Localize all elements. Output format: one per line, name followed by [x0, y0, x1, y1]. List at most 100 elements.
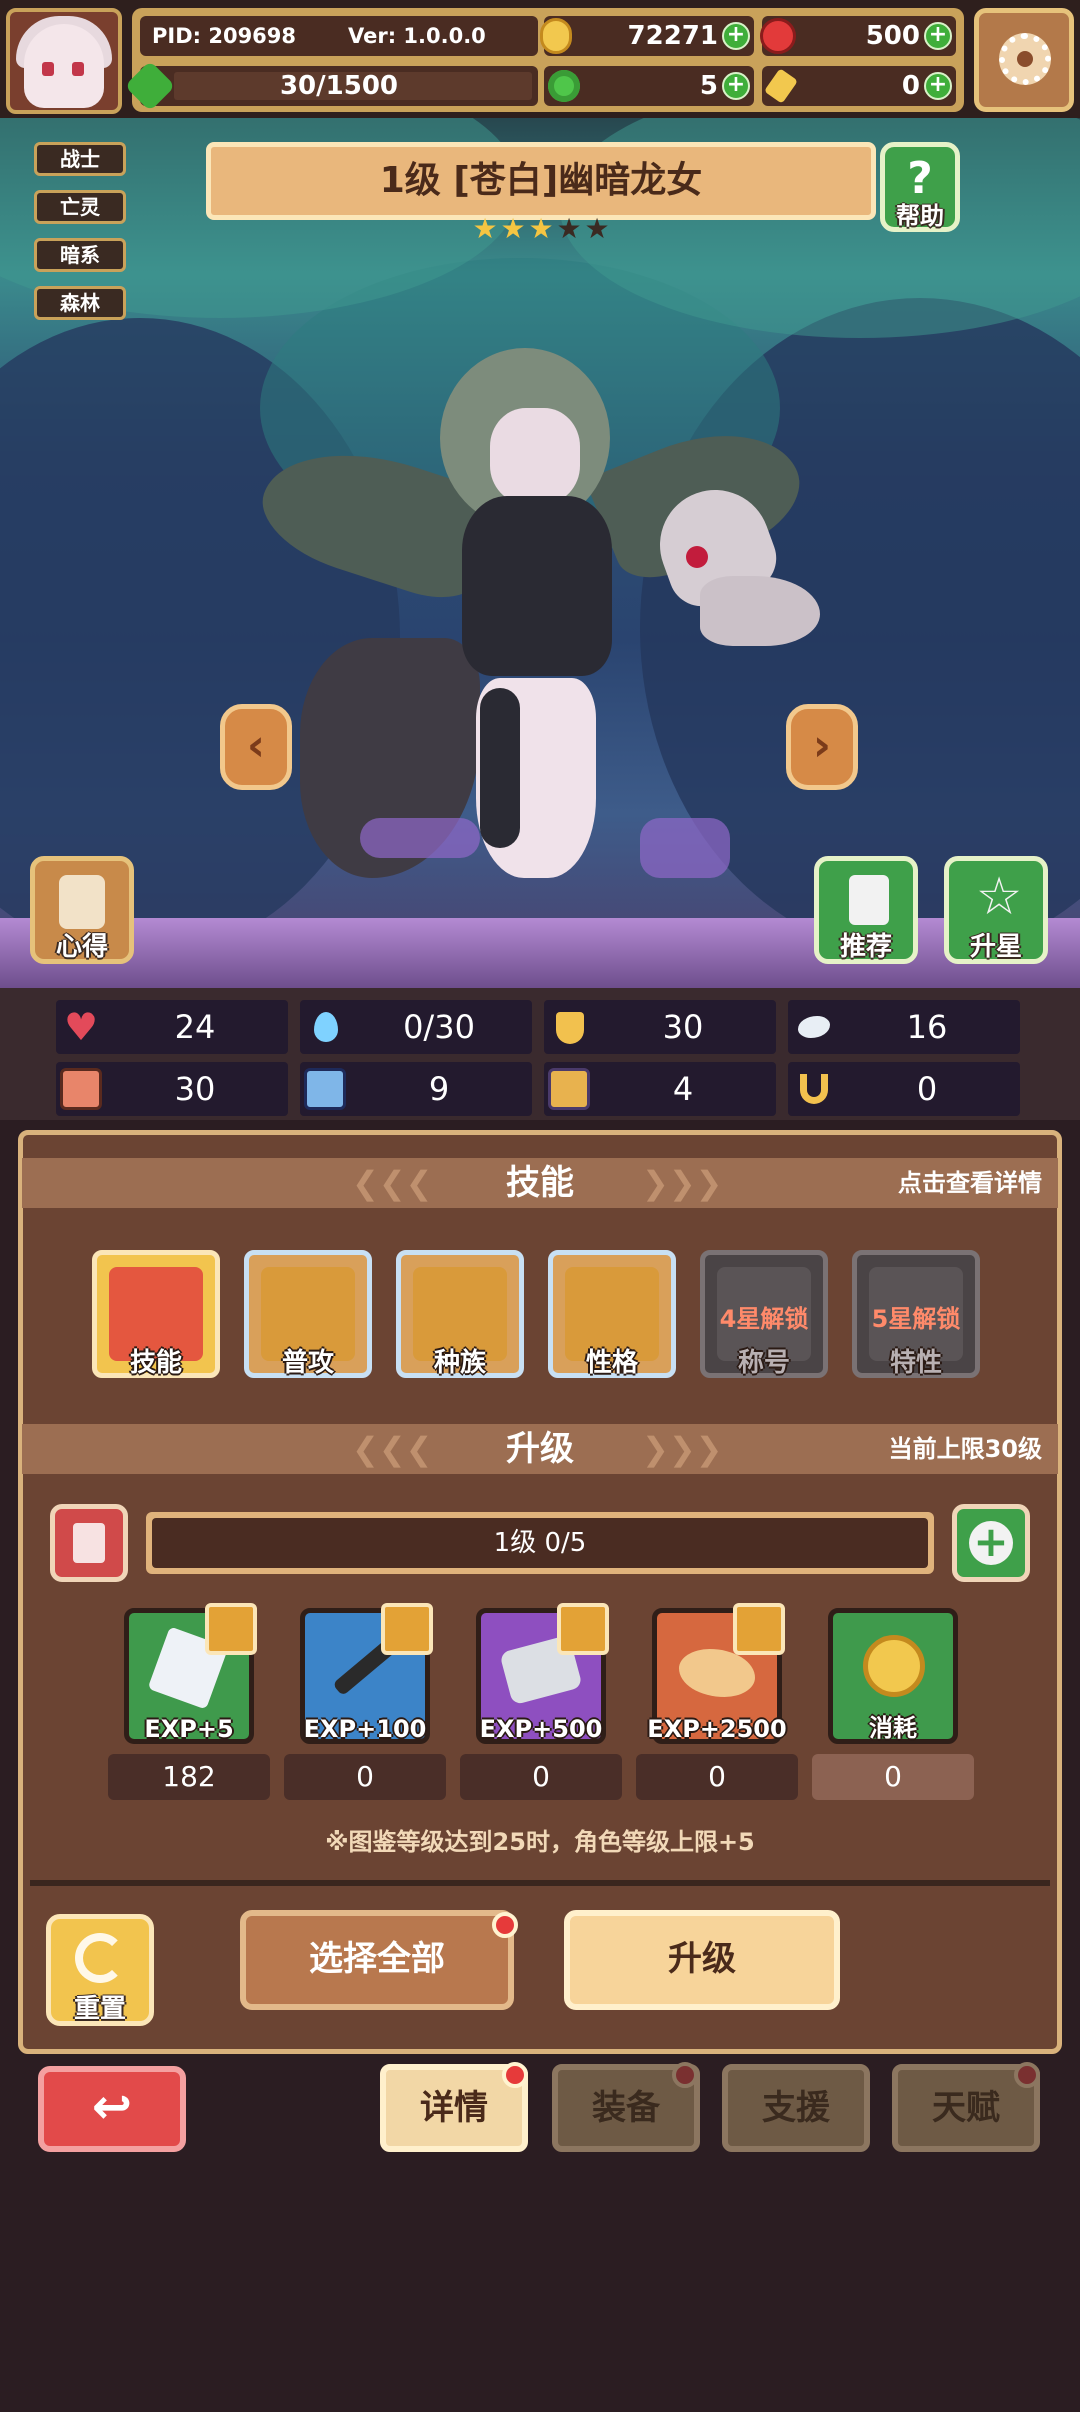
skill-label: 普攻	[281, 1348, 334, 1378]
player-avatar[interactable]	[6, 8, 122, 114]
player-id: PID: 209698	[152, 24, 297, 48]
exp-item-huge[interactable]: EXP+2500	[647, 1603, 787, 1744]
prev-character-button[interactable]: ‹	[220, 704, 292, 790]
dragon-eye	[686, 546, 708, 568]
wing-icon	[792, 1006, 834, 1048]
insight-label: 心得	[55, 932, 108, 962]
skill-normal-attack-slot[interactable]: 普攻	[244, 1250, 372, 1378]
tab-talent-notification	[1014, 2062, 1040, 2088]
id-version-row: PID: 209698 Ver: 1.0.0.0	[140, 16, 538, 56]
key-counter: 0 +	[762, 66, 956, 106]
upgrade-button[interactable]: 升级	[564, 1910, 840, 2010]
gold-coin-icon	[540, 18, 572, 54]
key-value: 0	[901, 71, 920, 101]
skill-label: 技能	[129, 1348, 182, 1378]
divider	[30, 1880, 1050, 1886]
golden-dragon-icon	[679, 1649, 755, 1697]
settings-button[interactable]	[974, 8, 1074, 112]
level-down-button[interactable]	[50, 1504, 128, 1582]
back-arrow-icon: ↩	[91, 2079, 133, 2135]
gold-coin-icon	[863, 1635, 925, 1697]
stat-defense: 30	[544, 1000, 776, 1054]
character-face	[490, 408, 580, 504]
coin-badge-icon	[733, 1603, 785, 1655]
skill-label: 特性	[889, 1348, 942, 1378]
level-cap-hint: ※图鉴等级达到25时，角色等级上限+5	[325, 1828, 755, 1856]
stat-value: 0/30	[403, 1008, 475, 1046]
insight-button[interactable]: 心得	[30, 856, 134, 964]
coin-badge-icon	[557, 1603, 609, 1655]
notebook-icon	[59, 875, 105, 929]
star-outline-icon: ☆	[975, 867, 1023, 927]
help-button[interactable]: ? 帮助	[880, 142, 960, 232]
back-button[interactable]: ↩	[38, 2066, 186, 2152]
exp-item-count: 0	[460, 1754, 622, 1800]
unlock-requirement: 4星解锁	[719, 1305, 809, 1333]
coin-badge-icon	[381, 1603, 433, 1655]
exp-progress-bar: 1级 0/5	[146, 1512, 934, 1574]
top-bar: PID: 209698 Ver: 1.0.0.0 72271 + 500 + 3…	[0, 0, 1080, 118]
add-key-button[interactable]: +	[924, 72, 952, 100]
cost-count: 0	[812, 1754, 974, 1800]
exp-item-large[interactable]: EXP+500	[476, 1603, 609, 1744]
stat-hp: ♥ 24	[56, 1000, 288, 1054]
exp-item-medium[interactable]: EXP+100	[300, 1603, 433, 1744]
skill-title-slot-locked[interactable]: 4星解锁 称号	[700, 1250, 828, 1378]
plus-icon: +	[969, 1521, 1013, 1565]
key-icon	[763, 68, 799, 104]
stat-value: 30	[174, 1070, 216, 1108]
add-gold-button[interactable]: +	[722, 22, 750, 50]
level-cap-note: 当前上限30级	[888, 1435, 1042, 1463]
skill-label: 性格	[585, 1348, 638, 1378]
cost-label: 消耗	[869, 1714, 917, 1742]
skill-active-slot[interactable]: 技能	[92, 1250, 220, 1378]
ground	[0, 918, 1080, 988]
heart-icon: ♥	[63, 1005, 99, 1049]
skill-race-slot[interactable]: 种族	[396, 1250, 524, 1378]
notification-dot	[492, 1912, 518, 1938]
book-icon	[304, 1068, 346, 1110]
stat-value: 0	[916, 1070, 938, 1108]
stat-mana: 0/30	[300, 1000, 532, 1054]
add-clover-button[interactable]: +	[722, 72, 750, 100]
level-up-plus-button[interactable]: +	[952, 1504, 1030, 1582]
tag-habitat: 森林	[34, 286, 126, 320]
recommend-button[interactable]: 推荐	[814, 856, 918, 964]
reset-button[interactable]: 重置	[46, 1914, 154, 2026]
gem-counter: 500 +	[760, 16, 956, 56]
skill-trait-slot-locked[interactable]: 5星解锁 特性	[852, 1250, 980, 1378]
skill-personality-slot[interactable]: 性格	[548, 1250, 676, 1378]
clover-icon	[548, 70, 580, 102]
stamina-bar: 30/1500	[124, 60, 538, 112]
stat-luck: 0	[788, 1062, 1020, 1116]
exp-item-label: EXP+500	[479, 1715, 603, 1743]
add-gems-button[interactable]: +	[924, 22, 952, 50]
gem-value: 500	[865, 21, 920, 51]
stat-value: 16	[906, 1008, 948, 1046]
stat-value: 30	[662, 1008, 704, 1046]
stats-panel: ♥ 24 0/30 30 16 30 9 4 0	[0, 988, 1080, 1120]
exp-item-small[interactable]: EXP+5	[124, 1603, 257, 1744]
star-up-button[interactable]: ☆ 升星	[944, 856, 1048, 964]
tab-support[interactable]: 支援	[722, 2064, 870, 2152]
character-title: 1级 [苍白]幽暗龙女	[206, 142, 876, 220]
exp-item-label: EXP+5	[144, 1715, 234, 1743]
character-scene: 战士 亡灵 暗系 森林 1级 [苍白]幽暗龙女 ★ ★ ★ ★ ★ ? 帮助 ‹…	[0, 118, 1080, 988]
thumbs-up-icon	[849, 875, 889, 925]
tag-class: 战士	[34, 142, 126, 176]
select-all-button[interactable]: 选择全部	[240, 1910, 514, 2010]
skills-section-note: 点击查看详情	[898, 1169, 1042, 1197]
gold-counter: 72271 +	[540, 16, 754, 56]
tag-race: 亡灵	[34, 190, 126, 224]
next-character-button[interactable]: ›	[786, 704, 858, 790]
tab-equipment-notification	[672, 2062, 698, 2088]
skills-section-header: ❮❮❮ ❯❯❯ 技能 点击查看详情	[22, 1158, 1058, 1208]
recommend-label: 推荐	[839, 932, 892, 962]
exp-item-label: EXP+100	[303, 1715, 427, 1743]
version-text: Ver: 1.0.0.0	[348, 24, 486, 48]
stat-movement: 4	[544, 1062, 776, 1116]
horseshoe-icon	[792, 1068, 834, 1110]
stat-attack: 30	[56, 1062, 288, 1116]
cost-item: 消耗	[828, 1608, 958, 1744]
stat-intelligence: 9	[300, 1062, 532, 1116]
